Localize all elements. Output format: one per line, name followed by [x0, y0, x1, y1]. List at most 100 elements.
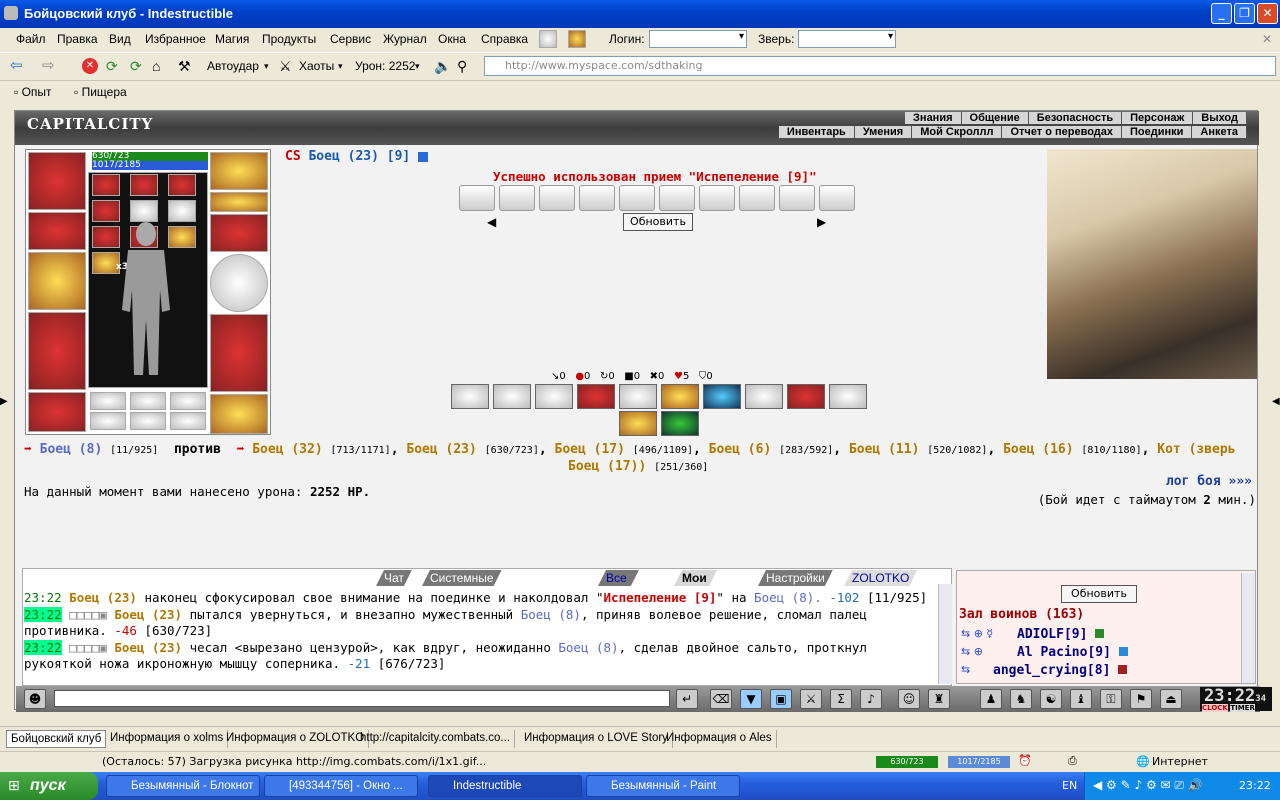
scroll-slot[interactable]	[819, 185, 855, 211]
trick-button[interactable]	[577, 384, 615, 409]
send-icon[interactable]: ↵	[676, 689, 698, 709]
pet-owner[interactable]: Боец (17))	[568, 459, 646, 474]
empty-slot[interactable]	[90, 412, 126, 430]
info-icon[interactable]	[418, 151, 429, 162]
menu-magic[interactable]: Магия	[215, 32, 249, 46]
translit-icon[interactable]: Ʃ	[830, 689, 852, 709]
scroll-slot[interactable]	[619, 185, 655, 211]
spell-slot[interactable]	[130, 174, 158, 196]
trick-button[interactable]	[451, 384, 489, 409]
nav-character[interactable]: Персонаж	[1122, 112, 1194, 124]
chat-actor[interactable]: Боец (23)	[114, 640, 182, 655]
clock-label[interactable]: CLOCK	[1202, 704, 1228, 712]
trick-button[interactable]	[493, 384, 531, 409]
chat-scrollbar[interactable]	[938, 584, 952, 684]
spell-slot[interactable]	[130, 200, 158, 222]
flag-icon[interactable]: ⚑	[1130, 689, 1152, 709]
spell-slot[interactable]	[92, 174, 120, 196]
my-fighter[interactable]: Боец (8)	[40, 442, 103, 457]
enemy-name[interactable]: Боец (17)	[555, 442, 625, 457]
menu-service[interactable]: Сервис	[330, 32, 371, 46]
enemy-name[interactable]: Боец (6)	[709, 442, 772, 457]
bracer-slot[interactable]	[28, 212, 86, 250]
smile-icon[interactable]: ☺	[898, 689, 920, 709]
link-tab[interactable]: Информация о xolms	[106, 730, 229, 748]
gloves-slot[interactable]	[210, 214, 268, 252]
helmet-slot[interactable]	[28, 152, 86, 210]
nav-knowledge[interactable]: Знания	[905, 112, 962, 124]
taskbar-item[interactable]: Безымянный - Блокнот	[106, 775, 260, 797]
leggings-slot[interactable]	[210, 314, 268, 392]
action-icon[interactable]: ♝	[1070, 689, 1092, 709]
login-select[interactable]	[649, 30, 747, 48]
refresh-all-icon[interactable]: ⟳	[130, 57, 142, 75]
prev-icon[interactable]: ◀	[487, 215, 496, 229]
user-name[interactable]: angel_crying[8]	[993, 663, 1110, 678]
action-icon[interactable]: ♞	[1010, 689, 1032, 709]
amulet-slot[interactable]	[210, 152, 268, 190]
right-collapse-icon[interactable]: ◀	[1272, 396, 1280, 407]
back-icon[interactable]: ⇦	[10, 57, 23, 75]
chat-input[interactable]	[54, 690, 670, 707]
trick-button[interactable]	[703, 384, 741, 409]
nav-security[interactable]: Безопасность	[1028, 112, 1123, 124]
filter-icon[interactable]: ⚲	[457, 57, 467, 75]
pet-name[interactable]: Кот (зверь	[1157, 442, 1235, 457]
link-tab[interactable]: Бойцовский клуб	[6, 730, 107, 748]
menu-windows[interactable]: Окна	[438, 32, 466, 46]
empty-slot[interactable]	[90, 392, 126, 410]
enemy-name[interactable]: Боец (32)	[252, 442, 322, 457]
close-button[interactable]: ✕	[1257, 3, 1278, 24]
empty-slot[interactable]	[170, 412, 206, 430]
refresh-button[interactable]: Обновить	[623, 213, 693, 231]
beast-select[interactable]	[798, 30, 896, 48]
timer-label[interactable]: TIMER	[1230, 704, 1255, 712]
filter-icon[interactable]: ▼	[740, 689, 762, 709]
damage-display[interactable]: Урон: 2252	[355, 57, 415, 75]
tab-settings[interactable]: Настройки	[758, 570, 833, 586]
nav-duels[interactable]: Поединки	[1122, 126, 1193, 138]
tab-zolotko[interactable]: ZOLOTKO ✕	[844, 570, 917, 586]
belt-slot[interactable]	[28, 392, 86, 432]
taskbar-item[interactable]: Indestructible	[428, 775, 582, 797]
nav-transfer-report[interactable]: Отчет о переводах	[1002, 126, 1123, 138]
chat-target[interactable]: Боец (8)	[521, 607, 581, 622]
scroll-slot[interactable]	[739, 185, 775, 211]
spell-slot[interactable]	[92, 200, 120, 222]
minimize-button[interactable]: _	[1211, 3, 1232, 24]
trick-button[interactable]	[661, 384, 699, 409]
menu-help[interactable]: Справка	[481, 32, 528, 46]
info-icon[interactable]	[1118, 647, 1128, 656]
weapon-slot[interactable]	[28, 252, 86, 310]
chat-mode-icon[interactable]: ☻	[24, 689, 46, 709]
nav-communication[interactable]: Общение	[961, 112, 1029, 124]
boots-slot[interactable]	[210, 394, 268, 434]
battle-log-link[interactable]: лог боя »»»	[1166, 474, 1252, 489]
eraser-icon[interactable]: ⌫	[710, 689, 732, 709]
action-icon[interactable]: ♟	[980, 689, 1002, 709]
trick-button[interactable]	[619, 411, 657, 436]
user-name[interactable]: ADIOLF[9]	[1017, 627, 1087, 642]
info-icon[interactable]	[1118, 665, 1128, 674]
nav-profile[interactable]: Анкета	[1192, 126, 1247, 138]
trick-button[interactable]	[745, 384, 783, 409]
trick-button[interactable]	[787, 384, 825, 409]
chat-actor[interactable]: Боец (23)	[69, 590, 137, 605]
taskbar-item[interactable]: [493344756] - Окно ...	[264, 775, 418, 797]
sound-icon[interactable]: ♪	[860, 689, 882, 709]
scroll-slot[interactable]	[779, 185, 815, 211]
nav-my-scroll[interactable]: Мой Скроллл	[912, 126, 1003, 138]
spell-slot[interactable]	[168, 174, 196, 196]
trick-button[interactable]	[535, 384, 573, 409]
forward-icon[interactable]: ⇨	[42, 57, 55, 75]
tools-icon[interactable]: ⚒	[178, 57, 191, 75]
menu-favorites[interactable]: Избранное	[145, 32, 206, 46]
home-icon[interactable]	[539, 30, 557, 48]
empty-slot[interactable]	[130, 392, 166, 410]
taskbar-item[interactable]: Безымянный - Paint	[586, 775, 740, 797]
chat-target[interactable]: Боец (8).	[754, 590, 822, 605]
user-name[interactable]: Al Pacino[9]	[1017, 645, 1111, 660]
shield-slot[interactable]	[210, 254, 268, 312]
next-icon[interactable]: ▶	[817, 215, 826, 229]
language-indicator[interactable]: EN	[1062, 779, 1077, 792]
